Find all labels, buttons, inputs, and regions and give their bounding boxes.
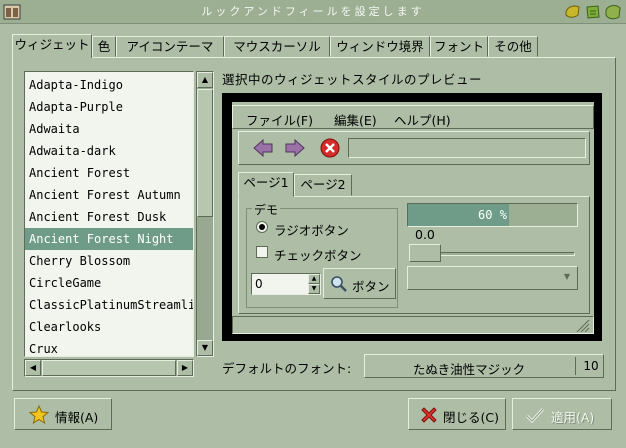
checkmark-icon	[525, 407, 545, 424]
progress-text: 60 %	[478, 208, 507, 222]
scroll-thumb[interactable]	[197, 89, 213, 217]
stop-icon[interactable]	[320, 138, 340, 158]
theme-list-horizontal-scrollbar[interactable]: ◀ ▶	[24, 359, 194, 377]
apply-button[interactable]: 適用(A)	[512, 398, 612, 430]
demo-check-button[interactable]	[256, 246, 268, 258]
tab-mouse-cursor[interactable]: マウスカーソル	[224, 36, 330, 57]
demo-legend: デモ	[252, 201, 281, 218]
list-item[interactable]: Adapta-Purple	[25, 96, 193, 118]
font-button-separator	[575, 357, 576, 375]
font-select-button[interactable]: たぬき油性マジック 10	[364, 354, 604, 378]
list-item[interactable]: Ancient Forest Autumn	[25, 184, 193, 206]
list-item[interactable]: Cherry Blossom	[25, 250, 193, 272]
menu-help[interactable]: ヘルプ(H)	[394, 110, 451, 129]
window-title: ルックアンドフィールを設定します	[201, 5, 425, 18]
close-button[interactable]: 閉じる(C)	[408, 398, 506, 430]
menu-edit[interactable]: 編集(E)	[334, 110, 377, 129]
scale-value: 0.0	[415, 227, 435, 242]
demo-spin-button[interactable]: 0 ▲ ▼	[251, 273, 321, 295]
list-item[interactable]: Adwaita-dark	[25, 140, 193, 162]
about-button-label: 情報(A)	[55, 410, 99, 425]
font-size: 10	[583, 359, 599, 373]
list-item[interactable]: Crux	[25, 338, 193, 356]
list-item[interactable]: Adapta-Indigo	[25, 74, 193, 96]
preview-tab-page1[interactable]: ページ1	[238, 172, 294, 197]
demo-check-label[interactable]: チェックボタン	[274, 245, 362, 264]
spin-value[interactable]: 0	[255, 277, 263, 291]
spin-up-icon[interactable]: ▲	[308, 274, 320, 284]
preview-title: 選択中のウィジェットスタイルのプレビュー	[222, 72, 483, 87]
list-item[interactable]: Clearlooks	[25, 316, 193, 338]
demo-button-label: ボタン	[352, 279, 390, 294]
title-bar[interactable]: ルックアンドフィールを設定します	[0, 0, 626, 24]
scroll-down-icon[interactable]: ▼	[197, 340, 213, 356]
tab-other[interactable]: その他	[488, 36, 538, 57]
list-item[interactable]: Adwaita	[25, 118, 193, 140]
forward-arrow-icon[interactable]	[284, 138, 306, 158]
tab-colors[interactable]: 色	[92, 36, 116, 57]
demo-combo-box[interactable]: ▼	[407, 266, 578, 290]
demo-scale-handle[interactable]	[409, 244, 441, 262]
scroll-right-icon[interactable]: ▶	[177, 360, 193, 376]
magnifier-icon	[331, 276, 347, 292]
scroll-thumb[interactable]	[42, 360, 176, 376]
menu-file[interactable]: ファイル(F)	[246, 110, 313, 129]
tab-icon-theme[interactable]: アイコンテーマ	[116, 36, 224, 57]
list-item[interactable]: CircleGame	[25, 272, 193, 294]
star-icon	[29, 405, 49, 425]
demo-button[interactable]: ボタン	[323, 268, 396, 299]
demo-radio-button[interactable]	[256, 221, 268, 233]
apply-button-label: 適用(A)	[551, 410, 595, 425]
list-item[interactable]: ClassicPlatinumStreamlined	[25, 294, 193, 316]
scroll-left-icon[interactable]: ◀	[25, 360, 41, 376]
minimize-icon[interactable]	[564, 3, 582, 21]
resize-grip-icon[interactable]	[574, 318, 590, 332]
list-item[interactable]: Ancient Forest	[25, 162, 193, 184]
scroll-up-icon[interactable]: ▲	[197, 72, 213, 88]
demo-radio-label[interactable]: ラジオボタン	[274, 220, 349, 239]
maximize-icon[interactable]	[584, 3, 602, 21]
demo-progress-bar: 60 %	[407, 203, 578, 227]
list-item[interactable]: Ancient Forest Dusk	[25, 206, 193, 228]
list-item-selected[interactable]: Ancient Forest Night	[25, 228, 193, 250]
chevron-down-icon[interactable]: ▼	[557, 267, 577, 289]
close-button-label: 閉じる(C)	[443, 410, 499, 425]
default-font-label: デフォルトのフォント:	[222, 361, 352, 376]
preview-statusbar	[232, 316, 594, 334]
tab-fonts[interactable]: フォント	[430, 36, 488, 57]
close-icon	[421, 407, 437, 423]
theme-list-vertical-scrollbar[interactable]: ▲ ▼	[196, 71, 214, 357]
preview-url-entry[interactable]	[348, 138, 586, 158]
theme-list[interactable]: Adapta-Indigo Adapta-Purple Adwaita Adwa…	[24, 71, 194, 357]
back-arrow-icon[interactable]	[252, 138, 274, 158]
tab-widgets[interactable]: ウィジェット	[12, 34, 92, 58]
close-window-icon[interactable]	[604, 3, 622, 21]
spin-down-icon[interactable]: ▼	[308, 284, 320, 294]
font-name: たぬき油性マジック	[412, 362, 526, 377]
about-button[interactable]: 情報(A)	[14, 398, 112, 430]
tab-window-border[interactable]: ウィンドウ境界	[330, 36, 430, 57]
preview-tab-page2[interactable]: ページ2	[294, 174, 352, 196]
